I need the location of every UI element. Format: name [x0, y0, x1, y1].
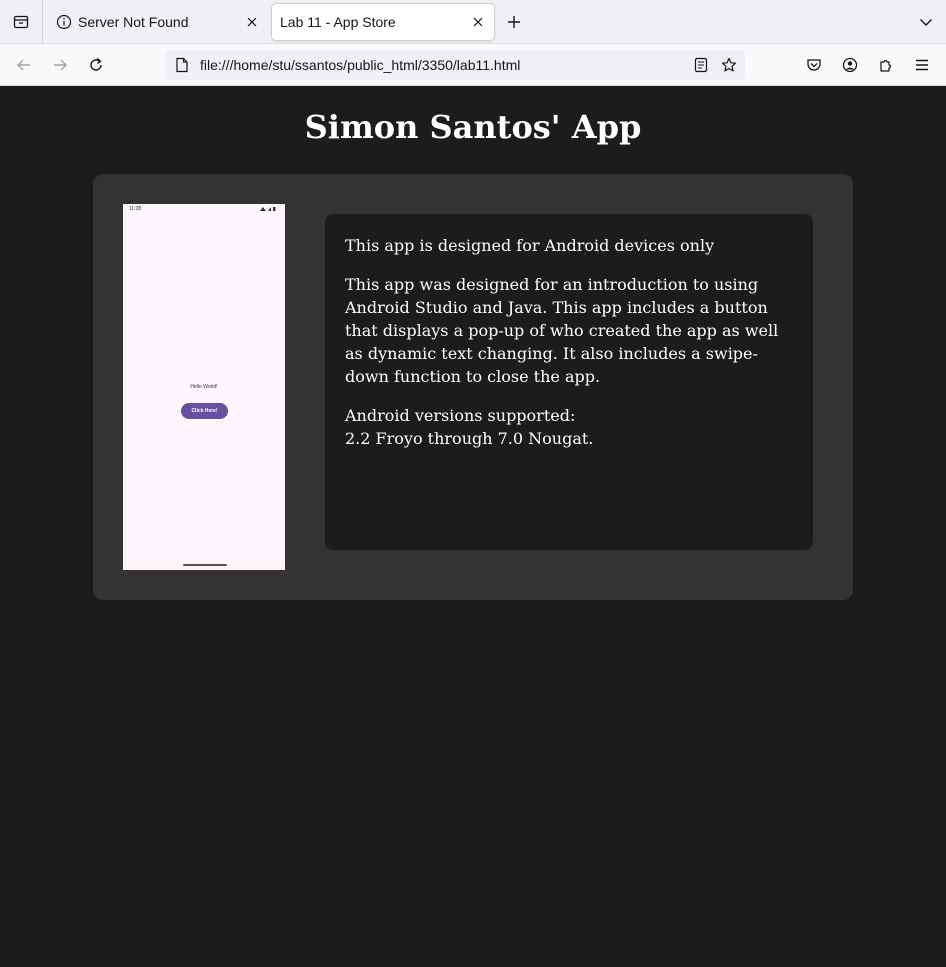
tab-lab11-app-store[interactable]: Lab 11 - App Store [272, 4, 494, 40]
close-tab-icon[interactable] [466, 10, 490, 34]
extensions-button[interactable] [874, 53, 898, 77]
hello-world-text: Hello World! [190, 384, 218, 390]
hamburger-menu-icon [916, 59, 928, 71]
app-click-button: Click Here! [181, 403, 228, 419]
supported-versions: Android versions supported: 2.2 Froyo th… [345, 404, 793, 450]
forward-arrow-icon [54, 59, 67, 71]
status-bar-icons [259, 206, 277, 212]
plus-icon [508, 16, 520, 28]
app-screenshot: 11:28 Hello World! Click Here! [123, 204, 285, 570]
description-line-2: This app was designed for an introductio… [345, 275, 779, 386]
back-button[interactable] [12, 53, 36, 77]
tab-server-not-found[interactable]: Server Not Found [48, 4, 268, 40]
firefox-view-button[interactable] [0, 0, 43, 44]
account-icon [842, 57, 858, 73]
tab-label: Server Not Found [78, 14, 189, 30]
menu-button[interactable] [910, 53, 934, 77]
status-bar-time: 11:28 [129, 206, 142, 212]
info-icon [56, 14, 72, 30]
new-tab-button[interactable] [502, 10, 526, 34]
url-bar[interactable]: file:///home/stu/ssantos/public_html/335… [166, 50, 745, 80]
versions-label: Android versions supported: [345, 406, 576, 425]
chevron-down-icon [920, 19, 932, 26]
app-card: 11:28 Hello World! Click Here! This app … [93, 174, 853, 600]
versions-value: 2.2 Froyo through 7.0 Nougat. [345, 429, 594, 448]
forward-button[interactable] [48, 53, 72, 77]
account-button[interactable] [838, 53, 862, 77]
reload-button[interactable] [84, 53, 108, 77]
app-description: This app is designed for Android devices… [325, 214, 813, 550]
list-all-tabs-button[interactable] [914, 10, 938, 34]
page-icon [174, 57, 190, 73]
pocket-button[interactable] [802, 53, 826, 77]
gesture-home-bar [183, 564, 227, 566]
tab-bar: Server Not Found Lab 11 - App Store [0, 0, 946, 44]
reload-icon [90, 57, 102, 71]
description-line-1: This app is designed for Android devices… [345, 236, 715, 255]
puzzle-icon [880, 59, 892, 72]
close-tab-icon[interactable] [240, 10, 264, 34]
back-arrow-icon [17, 59, 30, 71]
tab-label: Lab 11 - App Store [280, 14, 396, 30]
navigation-toolbar: file:///home/stu/ssantos/public_html/335… [0, 44, 946, 86]
firefox-view-icon [13, 15, 29, 29]
url-text[interactable]: file:///home/stu/ssantos/public_html/335… [200, 57, 689, 73]
pocket-icon [807, 59, 821, 71]
bookmark-star-icon[interactable] [717, 53, 741, 77]
page-title: Simon Santos' App [304, 108, 642, 146]
reader-view-icon[interactable] [689, 53, 713, 77]
